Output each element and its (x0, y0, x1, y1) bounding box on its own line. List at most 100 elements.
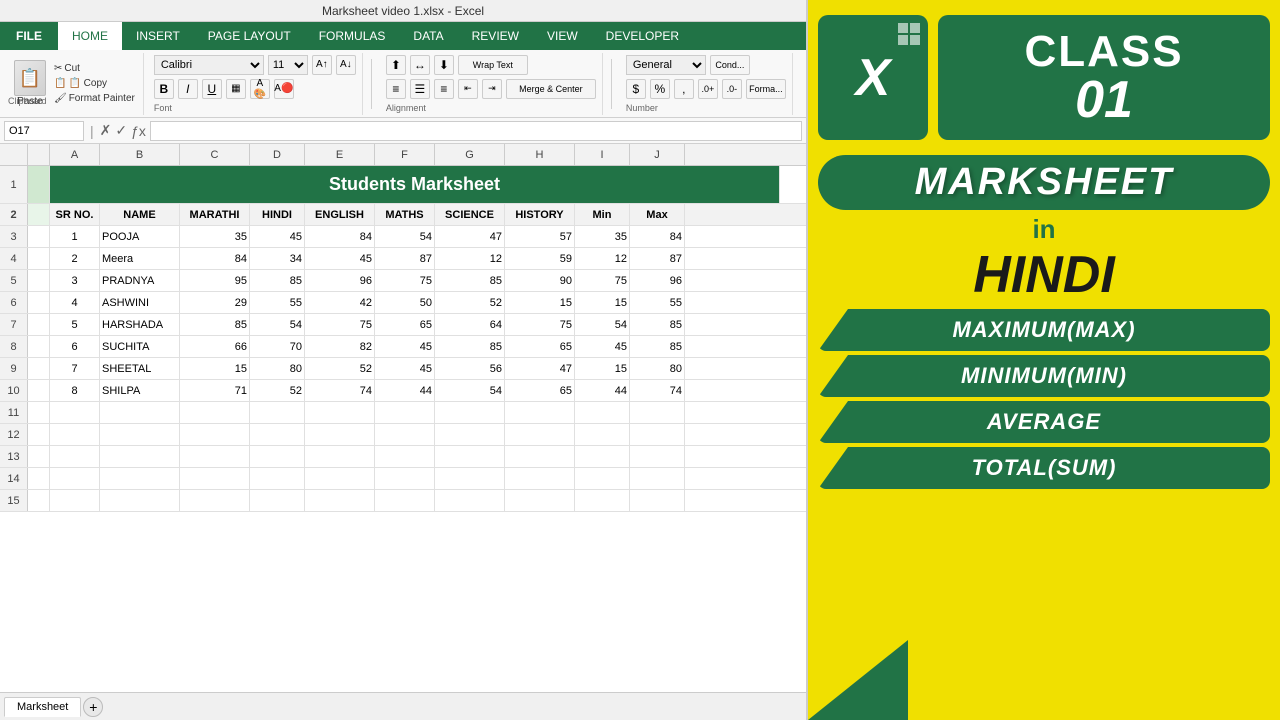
empty-r15-c3[interactable] (250, 490, 305, 511)
formula-input[interactable] (150, 121, 802, 141)
number-format-select[interactable]: General (626, 55, 706, 75)
empty-r15-c1[interactable] (100, 490, 180, 511)
empty-r12-c4[interactable] (305, 424, 375, 445)
cond-format-button[interactable]: Cond... (710, 55, 750, 75)
percent-button[interactable]: % (650, 79, 670, 99)
font-decrease-button[interactable]: A↓ (336, 55, 356, 75)
border-button[interactable]: ▦ (226, 79, 246, 99)
cell-r7-c6[interactable]: 64 (435, 314, 505, 335)
empty-r11-c6[interactable] (435, 402, 505, 423)
empty-r11-c8[interactable] (575, 402, 630, 423)
cell-r5-c8[interactable]: 75 (575, 270, 630, 291)
decimal-increase-button[interactable]: .0+ (698, 79, 718, 99)
font-color-button[interactable]: A🔴 (274, 79, 294, 99)
empty-r15-c8[interactable] (575, 490, 630, 511)
empty-r15-c6[interactable] (435, 490, 505, 511)
empty-r14-c8[interactable] (575, 468, 630, 489)
cell-r6-c1[interactable]: ASHWINI (100, 292, 180, 313)
cell-r10-c7[interactable]: 65 (505, 380, 575, 401)
comma-button[interactable]: , (674, 79, 694, 99)
cell-r9-c3[interactable]: 80 (250, 358, 305, 379)
cell-r8-c1[interactable]: SUCHITA (100, 336, 180, 357)
align-left-button[interactable]: ≡ (386, 79, 406, 99)
empty-r14-c7[interactable] (505, 468, 575, 489)
cell-r3-c1[interactable]: POOJA (100, 226, 180, 247)
cell-r10-c8[interactable]: 44 (575, 380, 630, 401)
cell-r10-c9[interactable]: 74 (630, 380, 685, 401)
tab-file[interactable]: FILE (0, 22, 58, 50)
empty-r15-c9[interactable] (630, 490, 685, 511)
add-sheet-button[interactable]: + (83, 697, 103, 717)
align-right-button[interactable]: ≡ (434, 79, 454, 99)
cell-r8-c5[interactable]: 45 (375, 336, 435, 357)
empty-r15-c0[interactable] (50, 490, 100, 511)
cell-r9-c6[interactable]: 56 (435, 358, 505, 379)
empty-r11-c5[interactable] (375, 402, 435, 423)
insert-function-icon[interactable]: ƒx (131, 123, 146, 139)
empty-r12-c3[interactable] (250, 424, 305, 445)
cell-r7-c9[interactable]: 85 (630, 314, 685, 335)
cut-button[interactable]: ✂ Cut (52, 62, 137, 75)
tab-view[interactable]: VIEW (533, 22, 592, 50)
empty-r11-c3[interactable] (250, 402, 305, 423)
format-button[interactable]: Forma... (746, 79, 786, 99)
cell-r7-c4[interactable]: 75 (305, 314, 375, 335)
indent-increase-button[interactable]: ⇥ (482, 79, 502, 99)
cell-r10-c2[interactable]: 71 (180, 380, 250, 401)
cell-r4-c9[interactable]: 87 (630, 248, 685, 269)
cell-r3-c0[interactable]: 1 (50, 226, 100, 247)
empty-r13-c9[interactable] (630, 446, 685, 467)
tab-insert[interactable]: INSERT (122, 22, 194, 50)
cell-r3-c3[interactable]: 45 (250, 226, 305, 247)
cell-r10-c4[interactable]: 74 (305, 380, 375, 401)
format-painter-button[interactable]: 🖌 Format Painter (52, 92, 137, 105)
cell-r10-c1[interactable]: SHILPA (100, 380, 180, 401)
empty-r11-c2[interactable] (180, 402, 250, 423)
cell-r9-c2[interactable]: 15 (180, 358, 250, 379)
cell-r7-c0[interactable]: 5 (50, 314, 100, 335)
font-size-select[interactable]: 11 (268, 55, 308, 75)
empty-r14-c2[interactable] (180, 468, 250, 489)
confirm-formula-icon[interactable]: ✓ (115, 122, 127, 139)
cell-r8-c8[interactable]: 45 (575, 336, 630, 357)
cell-r4-c5[interactable]: 87 (375, 248, 435, 269)
cell-r10-c3[interactable]: 52 (250, 380, 305, 401)
cell-r8-c2[interactable]: 66 (180, 336, 250, 357)
wrap-text-button[interactable]: Wrap Text (458, 55, 528, 75)
cell-reference-box[interactable]: O17 (4, 121, 84, 141)
empty-r14-c5[interactable] (375, 468, 435, 489)
indent-decrease-button[interactable]: ⇤ (458, 79, 478, 99)
sheet-tab-marksheet[interactable]: Marksheet (4, 697, 81, 717)
decimal-decrease-button[interactable]: .0- (722, 79, 742, 99)
cell-r4-c2[interactable]: 84 (180, 248, 250, 269)
cell-r6-c0[interactable]: 4 (50, 292, 100, 313)
cell-r5-c2[interactable]: 95 (180, 270, 250, 291)
tab-developer[interactable]: DEVELOPER (592, 22, 693, 50)
tab-home[interactable]: HOME (58, 22, 122, 50)
empty-r13-c1[interactable] (100, 446, 180, 467)
cancel-formula-icon[interactable]: ✗ (100, 122, 112, 139)
cell-r3-c9[interactable]: 84 (630, 226, 685, 247)
cell-r4-c7[interactable]: 59 (505, 248, 575, 269)
cell-r3-c4[interactable]: 84 (305, 226, 375, 247)
cell-r4-c8[interactable]: 12 (575, 248, 630, 269)
empty-r14-c0[interactable] (50, 468, 100, 489)
cell-r4-c3[interactable]: 34 (250, 248, 305, 269)
cell-r10-c6[interactable]: 54 (435, 380, 505, 401)
bold-button[interactable]: B (154, 79, 174, 99)
underline-button[interactable]: U (202, 79, 222, 99)
cell-r6-c9[interactable]: 55 (630, 292, 685, 313)
cell-r5-c4[interactable]: 96 (305, 270, 375, 291)
font-increase-button[interactable]: A↑ (312, 55, 332, 75)
cell-r8-c0[interactable]: 6 (50, 336, 100, 357)
copy-button[interactable]: 📋 📋 Copy (52, 77, 137, 90)
empty-r12-c0[interactable] (50, 424, 100, 445)
cell-r9-c7[interactable]: 47 (505, 358, 575, 379)
empty-r13-c4[interactable] (305, 446, 375, 467)
italic-button[interactable]: I (178, 79, 198, 99)
empty-r13-c5[interactable] (375, 446, 435, 467)
empty-r14-c1[interactable] (100, 468, 180, 489)
empty-r13-c6[interactable] (435, 446, 505, 467)
empty-r13-c2[interactable] (180, 446, 250, 467)
cell-r9-c4[interactable]: 52 (305, 358, 375, 379)
